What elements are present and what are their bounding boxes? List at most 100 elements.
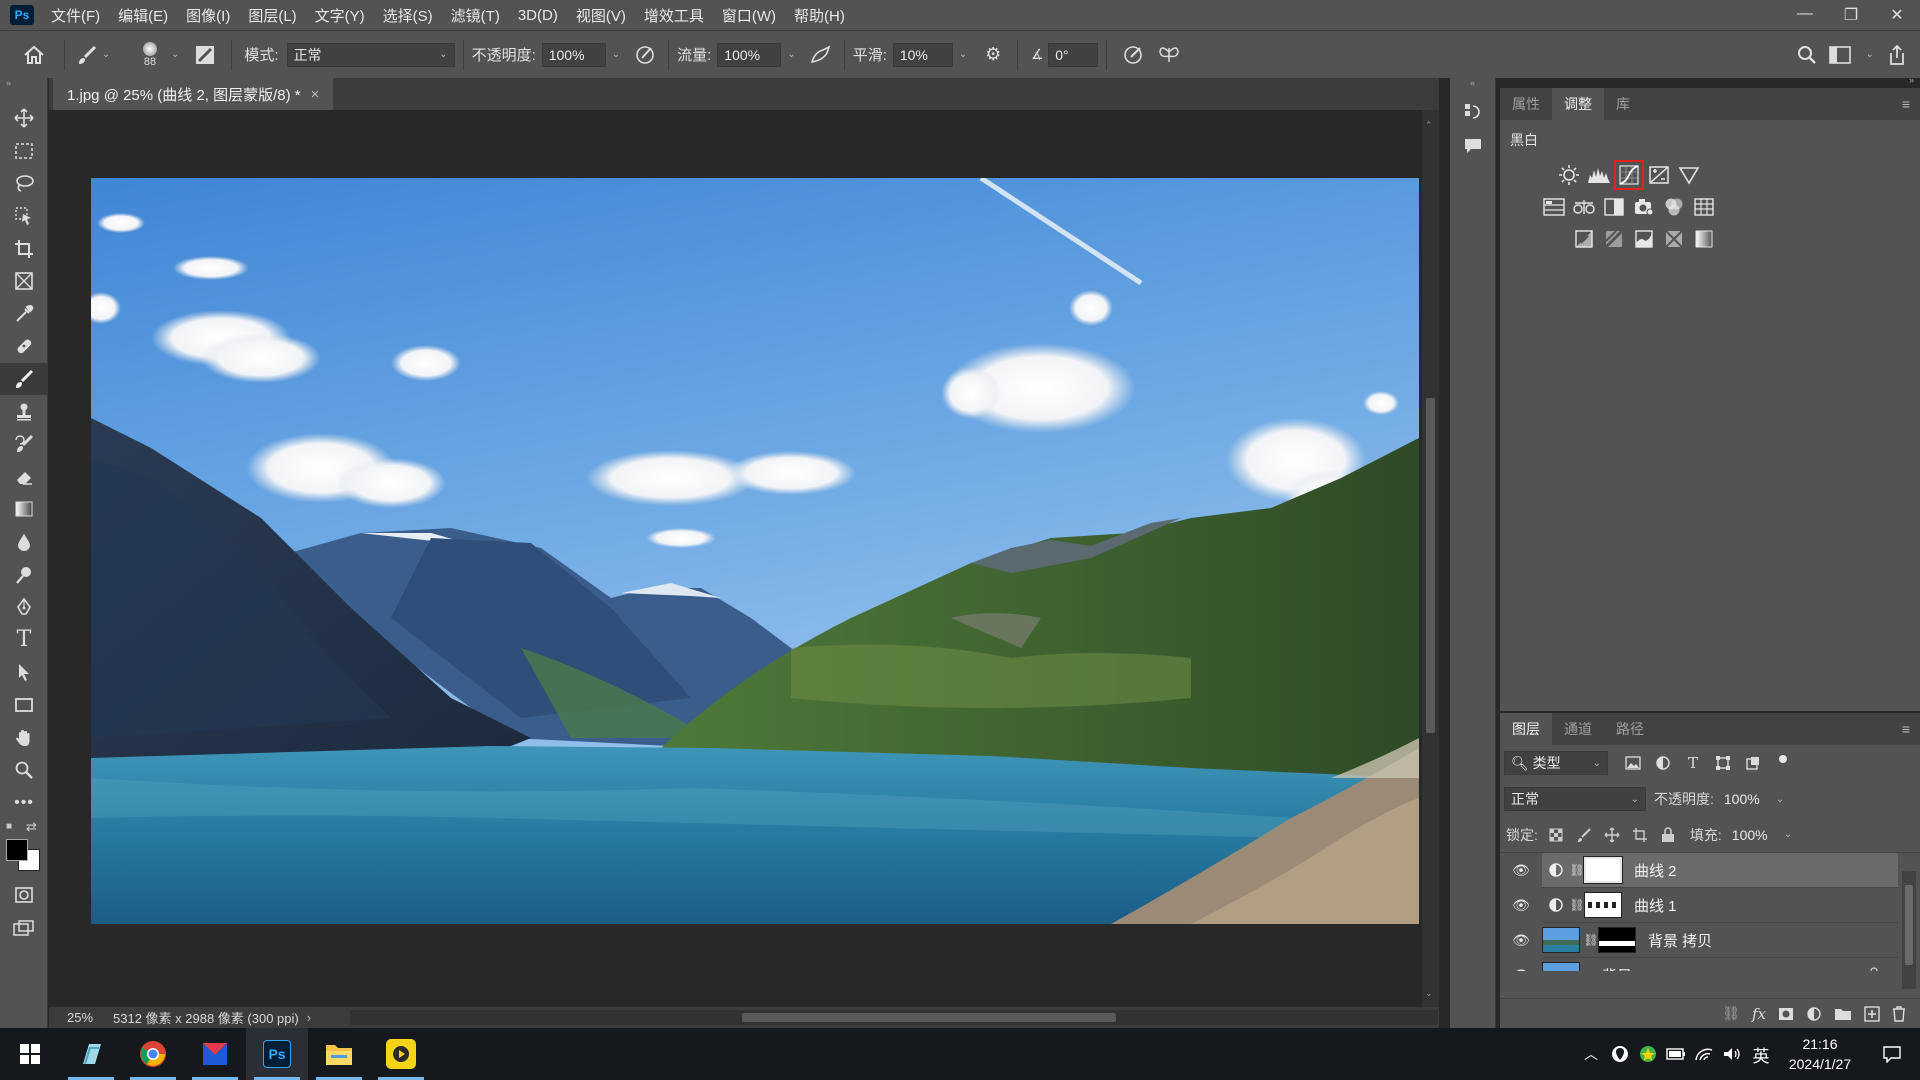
pressure-size-icon[interactable]: [1115, 44, 1151, 66]
menu-type[interactable]: 文字(Y): [306, 5, 374, 26]
flow-input[interactable]: 100%: [717, 42, 782, 67]
layer-opacity-dropdown[interactable]: ⌄: [1776, 794, 1784, 805]
foreground-color-swatch[interactable]: [6, 839, 28, 862]
layers-scrollbar[interactable]: [1902, 871, 1916, 989]
flow-dropdown[interactable]: ⌄: [787, 49, 795, 60]
start-menu-windows-icon[interactable]: [0, 1028, 60, 1080]
horizontal-scroll-thumb[interactable]: [742, 1013, 1116, 1022]
home-icon[interactable]: [12, 45, 56, 65]
color-lookup-icon[interactable]: [1689, 192, 1719, 222]
pressure-opacity-icon[interactable]: [630, 44, 660, 66]
new-layer-icon[interactable]: [1864, 1005, 1880, 1022]
layer-visibility-eye-icon[interactable]: 👁︎: [1500, 923, 1542, 958]
layer-mask-link-icon[interactable]: ⛓︎: [1569, 898, 1584, 912]
taskbar-mail-app-icon[interactable]: [184, 1028, 246, 1080]
blur-tool-icon[interactable]: [0, 526, 48, 559]
tray-ime-indicator[interactable]: 英: [1746, 1042, 1776, 1067]
gradient-map-icon[interactable]: [1689, 224, 1719, 254]
layer-mask-thumbnail[interactable]: [1584, 892, 1622, 918]
search-icon[interactable]: [1796, 44, 1818, 66]
posterize-icon[interactable]: [1599, 224, 1629, 254]
tray-battery-icon[interactable]: [1662, 1048, 1690, 1060]
filter-adjustment-layers-icon[interactable]: [1648, 755, 1678, 771]
smoothing-options-gear-icon[interactable]: ⚙: [977, 44, 1009, 65]
filter-shape-layers-icon[interactable]: [1708, 755, 1738, 771]
menu-select[interactable]: 选择(S): [374, 5, 442, 26]
brightness-contrast-icon[interactable]: [1554, 160, 1584, 190]
zoom-level[interactable]: 25%: [49, 1010, 93, 1025]
taskbar-file-explorer-icon[interactable]: [308, 1028, 370, 1080]
document-tab-1jpg[interactable]: 1.jpg @ 25% (曲线 2, 图层蒙版/8) * ×: [53, 78, 334, 110]
layer-row-curves-2[interactable]: 👁︎ ⛓︎ 曲线 2: [1500, 853, 1898, 888]
filter-type-layers-icon[interactable]: T: [1678, 754, 1708, 772]
vibrance-icon[interactable]: [1674, 160, 1704, 190]
layer-mask-link-icon[interactable]: ⛓︎: [1569, 863, 1584, 877]
layer-row-background[interactable]: 👁︎ 背景: [1512, 958, 1898, 971]
lock-position-icon[interactable]: [1598, 827, 1626, 843]
canvas-vertical-scrollbar[interactable]: ⌃ ⌄: [1422, 110, 1439, 1007]
expand-panels-icon[interactable]: «: [1450, 78, 1495, 88]
threshold-icon[interactable]: [1629, 224, 1659, 254]
pen-tool-icon[interactable]: [0, 591, 48, 624]
brush-settings-icon[interactable]: [187, 44, 223, 66]
collapse-toolbar-icon[interactable]: »: [0, 78, 47, 90]
eraser-tool-icon[interactable]: [0, 461, 48, 494]
tray-clock[interactable]: 21:16 2024/1/27: [1776, 1034, 1864, 1074]
move-tool-icon[interactable]: [0, 102, 48, 135]
share-icon[interactable]: [1874, 44, 1920, 66]
hand-tool-icon[interactable]: [0, 721, 48, 754]
document-info[interactable]: 5312 像素 x 2988 像素 (300 ppi): [113, 1008, 299, 1027]
opacity-input[interactable]: 100%: [541, 42, 606, 67]
taskbar-player-icon[interactable]: [370, 1028, 432, 1080]
black-white-icon[interactable]: [1599, 192, 1629, 222]
fill-dropdown[interactable]: ⌄: [1784, 829, 1792, 840]
filter-pixel-layers-icon[interactable]: [1618, 756, 1648, 770]
symmetry-butterfly-icon[interactable]: [1151, 44, 1187, 66]
marquee-tool-icon[interactable]: [0, 135, 48, 168]
type-tool-icon[interactable]: T: [0, 624, 48, 657]
frame-tool-icon[interactable]: [0, 265, 48, 298]
eyedropper-tool-icon[interactable]: [0, 298, 48, 331]
lock-image-pixels-icon[interactable]: [1570, 827, 1598, 843]
menu-filter[interactable]: 滤镜(T): [442, 5, 509, 26]
color-balance-icon[interactable]: [1569, 192, 1599, 222]
hue-saturation-icon[interactable]: [1539, 192, 1569, 222]
tray-wifi-icon[interactable]: [1690, 1046, 1718, 1062]
taskbar-chrome-icon[interactable]: [122, 1028, 184, 1080]
brush-tool-preset-icon[interactable]: ⌄: [73, 44, 113, 66]
lock-transparent-pixels-icon[interactable]: [1542, 828, 1570, 842]
rectangle-tool-icon[interactable]: [0, 689, 48, 722]
menu-file[interactable]: 文件(F): [42, 5, 109, 26]
scroll-up-icon[interactable]: ⌃: [1425, 120, 1433, 131]
layer-image-thumbnail[interactable]: [1542, 927, 1580, 953]
menu-3d[interactable]: 3D(D): [509, 7, 567, 24]
scroll-down-icon[interactable]: ⌄: [1425, 988, 1433, 999]
close-document-icon[interactable]: ×: [311, 86, 320, 103]
layers-panel-menu-icon[interactable]: ≡: [1902, 721, 1910, 737]
levels-icon[interactable]: [1584, 160, 1614, 190]
layer-visibility-eye-icon[interactable]: 👁︎: [1500, 853, 1542, 888]
tab-properties[interactable]: 属性: [1500, 88, 1552, 120]
object-selection-tool-icon[interactable]: [0, 200, 48, 233]
tab-adjustments[interactable]: 调整: [1552, 88, 1604, 120]
delete-layer-trash-icon[interactable]: [1892, 1005, 1906, 1022]
exposure-icon[interactable]: [1644, 160, 1674, 190]
menu-window[interactable]: 窗口(W): [713, 5, 785, 26]
smoothing-dropdown[interactable]: ⌄: [959, 49, 967, 60]
layer-filter-select[interactable]: 🔍︎ 类型 ⌄: [1504, 751, 1608, 775]
taskbar-photoshop-icon[interactable]: Ps: [246, 1028, 308, 1080]
workspace-layout-icon[interactable]: [1818, 45, 1862, 64]
screen-mode-icon[interactable]: [0, 912, 48, 945]
layer-image-thumbnail[interactable]: [1542, 962, 1580, 971]
selective-color-icon[interactable]: [1659, 224, 1689, 254]
crop-tool-icon[interactable]: [0, 232, 48, 265]
status-info-arrow[interactable]: ›: [307, 1010, 311, 1025]
layer-mask-thumbnail[interactable]: [1598, 927, 1636, 953]
brush-size-picker[interactable]: 88: [123, 35, 177, 75]
tray-show-hidden-icon[interactable]: ︿: [1576, 1044, 1606, 1064]
layer-style-fx-icon[interactable]: fx: [1752, 1005, 1766, 1023]
collapse-right-panels-icon[interactable]: »: [1909, 75, 1914, 85]
photo-filter-icon[interactable]: [1629, 192, 1659, 222]
path-selection-tool-icon[interactable]: [0, 656, 48, 689]
default-colors-icon[interactable]: ■: [6, 821, 12, 832]
